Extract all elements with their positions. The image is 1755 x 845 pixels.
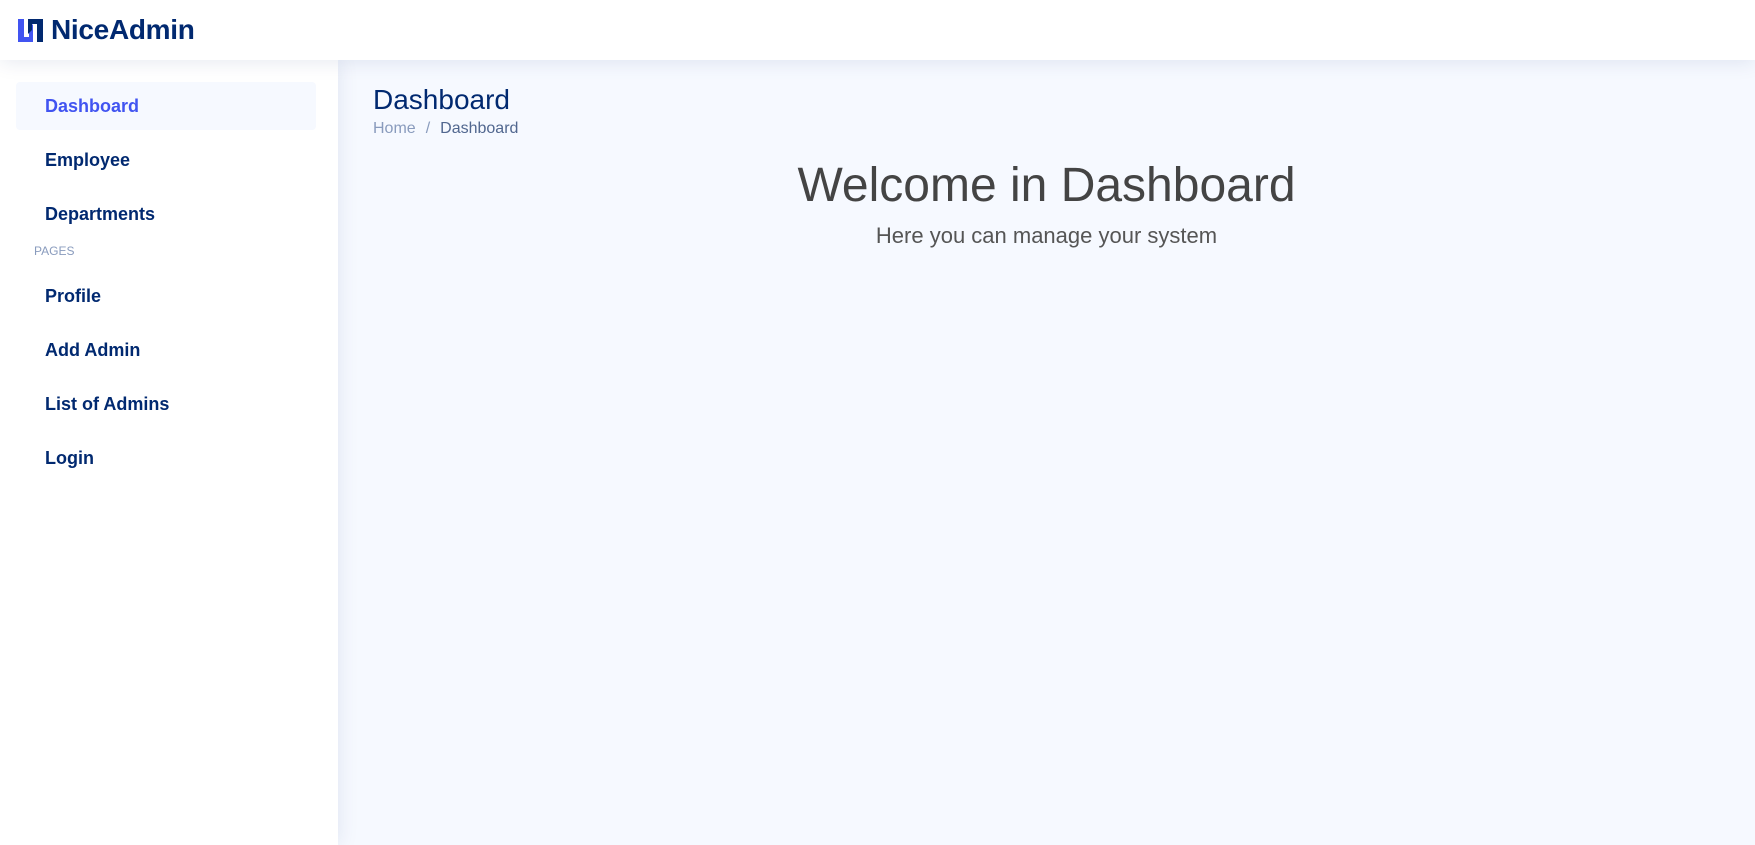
welcome-title: Welcome in Dashboard xyxy=(797,159,1296,212)
sidebar-item-departments[interactable]: Departments xyxy=(16,190,316,238)
sidebar-item-login[interactable]: Login xyxy=(16,434,316,482)
sidebar-item-profile[interactable]: Profile xyxy=(16,272,316,320)
sidebar-item-dashboard[interactable]: Dashboard xyxy=(16,82,316,130)
sidebar-item-list-of-admins[interactable]: List of Admins xyxy=(16,380,316,428)
sidebar-item-add-admin[interactable]: Add Admin xyxy=(16,326,316,374)
main-content: Dashboard Home / Dashboard Welcome in Da… xyxy=(338,60,1755,845)
page-title: Dashboard xyxy=(373,84,510,115)
brand-name: NiceAdmin xyxy=(51,14,195,45)
sidebar-item-label: Employee xyxy=(45,149,131,170)
breadcrumb-separator: / xyxy=(425,120,431,137)
top-header: NiceAdmin xyxy=(0,0,1755,60)
brand-logo-link[interactable]: NiceAdmin xyxy=(16,14,195,46)
niceadmin-logo-icon xyxy=(18,18,43,42)
sidebar-item-label: Add Admin xyxy=(45,339,141,360)
sidebar: Dashboard Employee Departments PAGES Pro… xyxy=(0,60,338,845)
welcome-subtitle: Here you can manage your system xyxy=(875,223,1218,248)
sidebar-item-label: Profile xyxy=(45,285,102,306)
sidebar-item-label: Dashboard xyxy=(45,95,140,116)
sidebar-heading-pages: PAGES xyxy=(34,244,75,258)
sidebar-item-employee[interactable]: Employee xyxy=(16,136,316,184)
breadcrumb-current: Dashboard xyxy=(440,120,519,137)
breadcrumb-home-link[interactable]: Home xyxy=(373,120,416,138)
sidebar-item-label: Login xyxy=(45,447,94,468)
welcome-section: Welcome in Dashboard Here you can manage… xyxy=(338,157,1755,249)
breadcrumb: Home / Dashboard xyxy=(373,120,1755,138)
sidebar-item-label: List of Admins xyxy=(45,393,170,414)
sidebar-item-label: Departments xyxy=(45,203,156,224)
